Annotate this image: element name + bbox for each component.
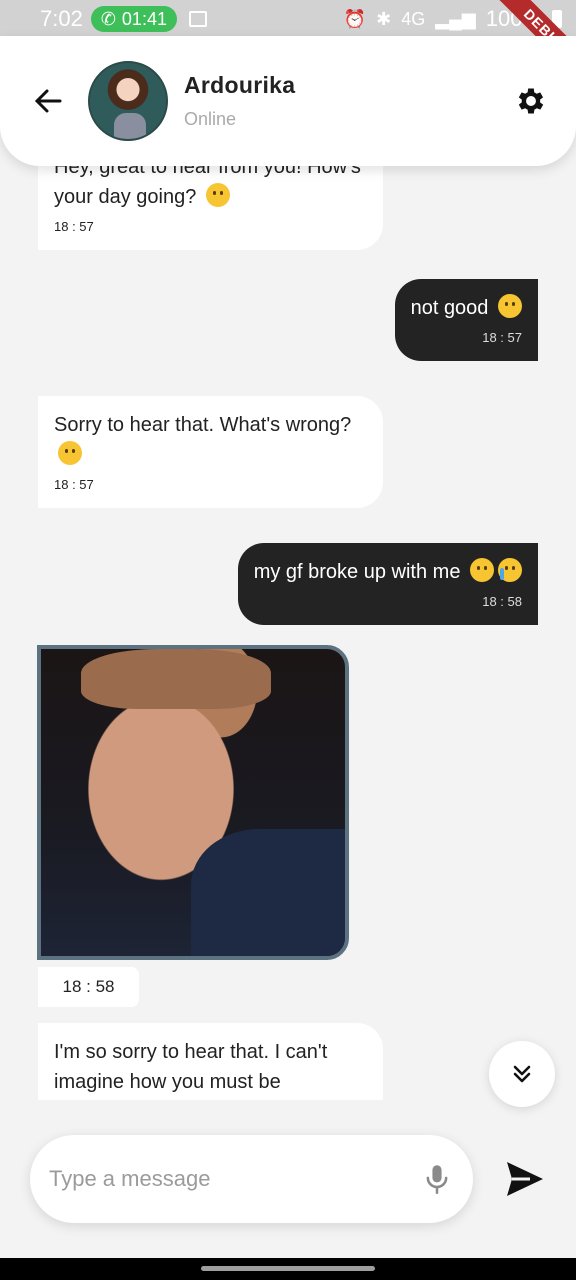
message-text: not good <box>411 293 522 323</box>
worried-face-emoji <box>58 441 82 465</box>
message-bubble-outgoing[interactable]: not good 18 : 57 <box>394 279 538 361</box>
crying-face-emoji <box>498 558 522 582</box>
message-composer <box>30 1135 473 1223</box>
message-image[interactable] <box>37 645 349 960</box>
call-timer: 01:41 <box>121 8 167 29</box>
bluetooth-icon: ✱ <box>376 8 392 29</box>
alarm-icon: ⏰ <box>343 8 367 29</box>
status-time: 7:02 <box>40 6 83 31</box>
gear-icon[interactable] <box>514 84 548 118</box>
mic-icon[interactable] <box>423 1163 451 1195</box>
message-bubble-outgoing[interactable]: my gf broke up with me 18 : 58 <box>237 543 538 625</box>
message-time: 18 : 57 <box>54 219 94 234</box>
contact-name: Ardourika <box>184 72 296 98</box>
image-message-time: 18 : 58 <box>38 967 139 1007</box>
network-type: 4G <box>401 8 426 29</box>
message-time: 18 : 57 <box>54 477 94 492</box>
message-text: my gf broke up with me <box>254 557 522 587</box>
message-bubble-incoming[interactable]: I'm so sorry to hear that. I can't imagi… <box>38 1023 383 1100</box>
send-icon[interactable] <box>505 1160 545 1198</box>
contact-status: Online <box>184 109 237 129</box>
scroll-down-icon <box>513 1065 531 1083</box>
back-arrow-icon[interactable] <box>30 83 66 119</box>
neutral-face-emoji <box>498 294 522 318</box>
message-text: Sorry to hear that. What's wrong? <box>54 410 367 470</box>
message-bubble-incoming[interactable]: Sorry to hear that. What's wrong? 18 : 5… <box>38 396 383 508</box>
message-text: I'm so sorry to hear that. I can't imagi… <box>54 1041 328 1093</box>
message-input[interactable] <box>49 1166 423 1192</box>
chat-header: Ardourika Online <box>0 36 576 166</box>
status-bar: 7:02 ✆ 01:41 ⏰ ✱ 4G ▂▄▆ 100% <box>0 0 576 38</box>
message-time: 18 : 57 <box>482 330 522 345</box>
phone-icon: ✆ <box>100 8 116 29</box>
pensive-face-emoji <box>470 558 494 582</box>
system-nav-bar <box>0 1258 576 1280</box>
contact-info: Ardourika Online <box>184 72 295 130</box>
message-time: 18 : 58 <box>482 594 522 609</box>
signal-icon: ▂▄▆ <box>435 8 476 29</box>
ongoing-call-pill[interactable]: ✆ 01:41 <box>90 6 177 32</box>
message-list[interactable]: Hey, great to hear from you! How's your … <box>0 140 576 1100</box>
scroll-to-bottom-button[interactable] <box>489 1041 555 1107</box>
gallery-icon <box>188 11 207 27</box>
smiling-face-emoji <box>205 183 230 207</box>
contact-avatar[interactable] <box>88 61 168 141</box>
home-indicator[interactable] <box>201 1266 375 1271</box>
